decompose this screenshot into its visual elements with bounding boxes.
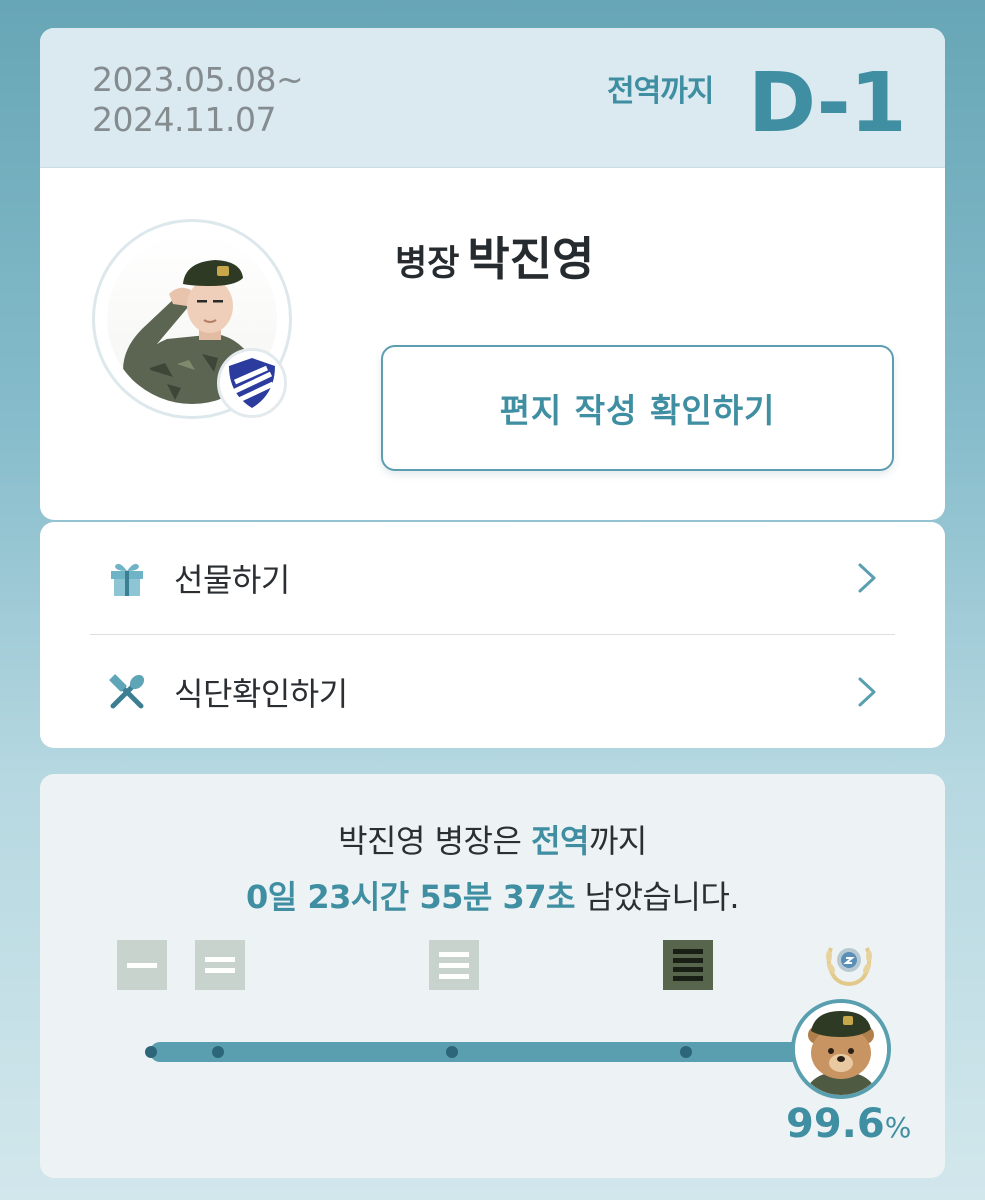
unit-badge-icon	[217, 348, 287, 418]
menu-item-label: 식단확인하기	[174, 674, 348, 713]
enlistment-date: 2023.05.08~	[92, 60, 304, 99]
soldier-rank-name: 병장 박진영	[395, 223, 594, 289]
soldier-rank: 병장	[395, 244, 460, 284]
chevron-right-icon	[847, 672, 887, 712]
countdown-discharge-word: 전역	[531, 822, 589, 860]
countdown-card: 박진영 병장은 전역까지 0일 23시간 55분 37초 남았습니다. 99.6…	[40, 774, 945, 1178]
utensils-icon	[106, 671, 148, 713]
countdown-message-line2: 0일 23시간 55분 37초 남았습니다.	[40, 872, 945, 918]
progress-milestone-dot	[212, 1046, 224, 1058]
discharge-date: 2024.11.07	[92, 100, 276, 139]
service-period-header: 2023.05.08~ 2024.11.07 전역까지 D-1	[40, 28, 945, 168]
progress-percent: 99.6%	[786, 1101, 911, 1147]
dday-counter: D-1	[748, 56, 907, 151]
avatar	[92, 219, 292, 419]
sergeant-rank-icon	[663, 940, 713, 990]
progress-percent-value: 99.6	[786, 1101, 885, 1147]
countdown-subject: 박진영 병장은	[338, 822, 532, 860]
menu-item-gift[interactable]: 선물하기	[90, 522, 895, 635]
check-letters-button[interactable]: 편지 작성 확인하기	[381, 345, 894, 471]
menu-item-meal[interactable]: 식단확인하기	[90, 635, 895, 748]
menu-item-label: 선물하기	[174, 561, 290, 599]
private-rank-icon	[117, 940, 167, 990]
soldier-name: 박진영	[467, 232, 595, 286]
dday-caption: 전역까지	[607, 74, 714, 109]
discharge-laurel-icon	[821, 934, 877, 990]
countdown-remaining-suffix: 남았습니다.	[574, 878, 740, 916]
service-progress-bar	[150, 1042, 847, 1062]
countdown-remaining-time: 0일 23시간 55분 37초	[245, 878, 575, 916]
menu-card: 선물하기 식단확인하기	[40, 522, 945, 748]
service-date-range: 2023.05.08~ 2024.11.07	[92, 60, 304, 140]
countdown-message-line1: 박진영 병장은 전역까지	[40, 816, 945, 862]
corporal-rank-icon	[429, 940, 479, 990]
countdown-until: 까지	[588, 822, 647, 860]
chevron-right-icon	[847, 558, 887, 598]
progress-milestone-dot	[446, 1046, 458, 1058]
private-first-class-rank-icon	[195, 940, 245, 990]
progress-milestone-dot	[680, 1046, 692, 1058]
progress-percent-sign: %	[884, 1111, 912, 1144]
progress-milestone-dot	[145, 1046, 157, 1058]
profile-card: 2023.05.08~ 2024.11.07 전역까지 D-1 병장 박진영 편…	[40, 28, 945, 520]
gift-icon	[106, 557, 148, 599]
bear-soldier-avatar	[791, 999, 891, 1099]
